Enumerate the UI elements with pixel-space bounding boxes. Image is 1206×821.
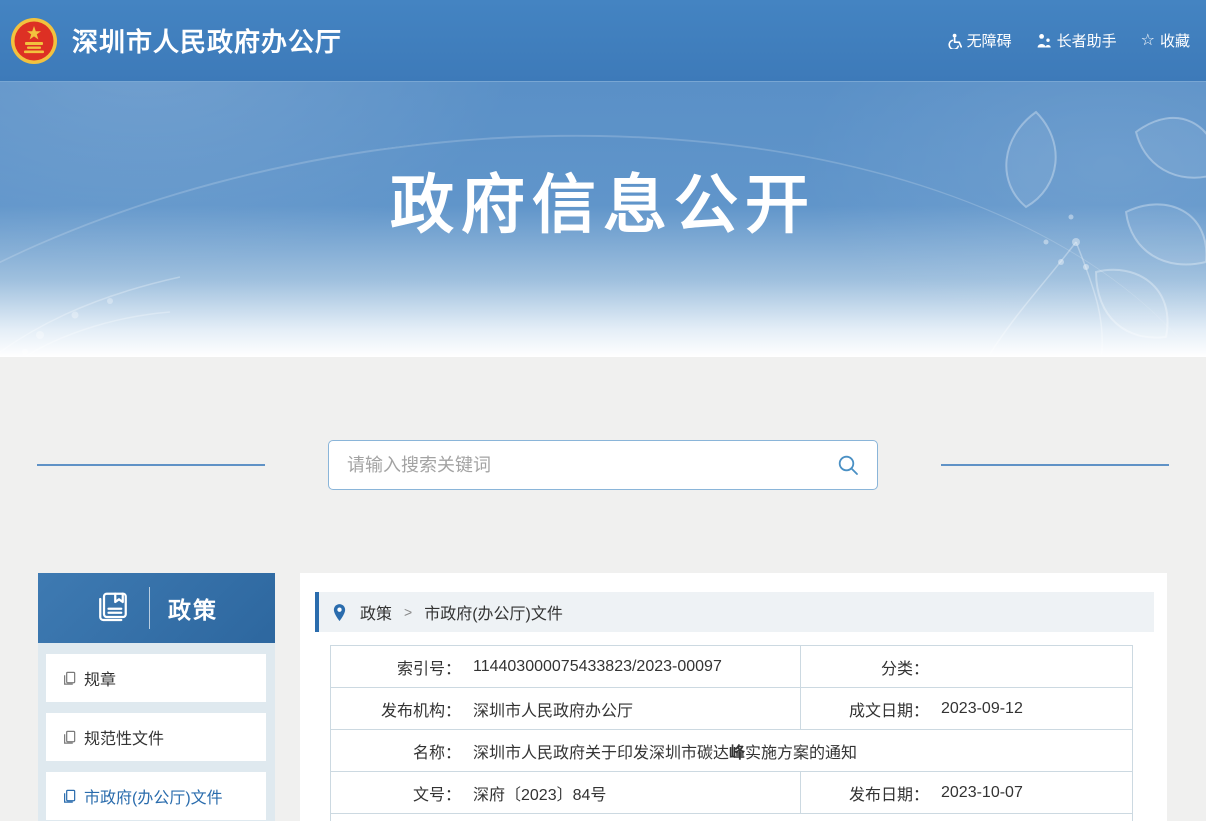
search-right-divider (941, 464, 1169, 466)
sidebar-menu: 规章 规范性文件 市政府(办公厅)文件 (38, 643, 275, 821)
search-row (0, 440, 1206, 490)
name-value: 深圳市人民政府关于印发深圳市碳达峰实施方案的通知 (473, 739, 857, 763)
favorite-label: 收藏 (1160, 30, 1190, 51)
elder-assistant-icon (1036, 33, 1052, 49)
document-icon (62, 730, 77, 745)
search-left-divider (37, 464, 265, 466)
accessibility-icon (946, 33, 962, 49)
doc-number-label: 文号： (331, 781, 461, 805)
document-icon (62, 671, 77, 686)
search-input[interactable] (329, 441, 819, 489)
sidebar-item-municipal-gov-docs[interactable]: 市政府(办公厅)文件 (46, 772, 266, 820)
written-date-label: 成文日期： (801, 697, 929, 721)
publisher-cell: 发布机构： 深圳市人民政府办公厅 (331, 688, 801, 729)
category-label: 分类： (801, 655, 929, 679)
publish-date-value: 2023-10-07 (941, 784, 1023, 802)
table-row-partial (331, 814, 1132, 821)
category-cell: 分类： (801, 646, 1132, 687)
doc-number-cell: 文号： 深府〔2023〕84号 (331, 772, 801, 813)
sidebar-item-regulations[interactable]: 规章 (46, 654, 266, 702)
sidebar-header-divider (149, 587, 150, 629)
banner: 政府信息公开 (0, 82, 1206, 357)
location-pin-icon (332, 603, 347, 622)
sidebar: 政策 规章 规范性文件 (38, 573, 275, 821)
site-title[interactable]: 深圳市人民政府办公厅 (72, 22, 342, 59)
accessibility-link[interactable]: 无障碍 (946, 30, 1012, 51)
name-after: 实施方案的通知 (745, 745, 857, 762)
elder-assistant-label: 长者助手 (1057, 30, 1117, 51)
page-title: 政府信息公开 (0, 154, 1206, 246)
publisher-label: 发布机构： (331, 697, 461, 721)
index-value: 114403000075433823/2023-00097 (473, 658, 722, 676)
table-row-name: 名称： 深圳市人民政府关于印发深圳市碳达峰实施方案的通知 (331, 730, 1132, 772)
name-before: 深圳市人民政府关于印发深圳市碳达 (473, 745, 729, 762)
search-icon (836, 453, 860, 477)
sidebar-header: 政策 (38, 573, 275, 643)
page-body: 政策 规章 规范性文件 (0, 357, 1206, 821)
doc-number-value: 深府〔2023〕84号 (473, 781, 606, 805)
name-label: 名称： (331, 739, 461, 763)
sidebar-item-label: 规章 (84, 666, 116, 690)
breadcrumb-root-link[interactable]: 政策 (360, 600, 392, 624)
document-icon (62, 789, 77, 804)
index-cell: 索引号： 114403000075433823/2023-00097 (331, 646, 801, 687)
elder-assistant-link[interactable]: 长者助手 (1036, 30, 1117, 51)
sidebar-item-normative-docs[interactable]: 规范性文件 (46, 713, 266, 761)
breadcrumb-separator: > (404, 604, 412, 620)
national-emblem-logo[interactable] (10, 17, 58, 65)
publisher-value: 深圳市人民政府办公厅 (473, 697, 633, 721)
sidebar-item-label: 规范性文件 (84, 725, 164, 749)
breadcrumb-current: 市政府(办公厅)文件 (424, 600, 563, 624)
written-date-value: 2023-09-12 (941, 700, 1023, 718)
breadcrumb-accent-bar (315, 592, 319, 632)
table-row-doc-number: 文号： 深府〔2023〕84号 发布日期： 2023-10-07 (331, 772, 1132, 814)
name-highlight: 峰 (729, 745, 745, 762)
index-label: 索引号： (331, 655, 461, 679)
table-row-publisher: 发布机构： 深圳市人民政府办公厅 成文日期： 2023-09-12 (331, 688, 1132, 730)
written-date-cell: 成文日期： 2023-09-12 (801, 688, 1132, 729)
table-row-index: 索引号： 114403000075433823/2023-00097 分类： (331, 646, 1132, 688)
accessibility-label: 无障碍 (967, 30, 1012, 51)
sidebar-header-title: 政策 (168, 591, 218, 625)
search-box (328, 440, 878, 490)
topbar: 深圳市人民政府办公厅 无障碍 长者助手 ☆ 收藏 (0, 0, 1206, 82)
publish-date-label: 发布日期： (801, 781, 929, 805)
topbar-utils: 无障碍 长者助手 ☆ 收藏 (946, 30, 1190, 51)
publish-date-cell: 发布日期： 2023-10-07 (801, 772, 1132, 813)
favorite-link[interactable]: ☆ 收藏 (1141, 30, 1190, 51)
policy-book-icon (95, 590, 131, 626)
search-button[interactable] (819, 441, 877, 489)
star-icon: ☆ (1141, 33, 1155, 49)
name-cell: 名称： 深圳市人民政府关于印发深圳市碳达峰实施方案的通知 (331, 730, 1132, 771)
main-content: 政策 > 市政府(办公厅)文件 索引号： 114403000075433823/… (300, 573, 1167, 821)
breadcrumb: 政策 > 市政府(办公厅)文件 (315, 592, 1154, 632)
document-meta-table: 索引号： 114403000075433823/2023-00097 分类： 发… (330, 645, 1133, 821)
sidebar-item-label: 市政府(办公厅)文件 (84, 784, 223, 808)
